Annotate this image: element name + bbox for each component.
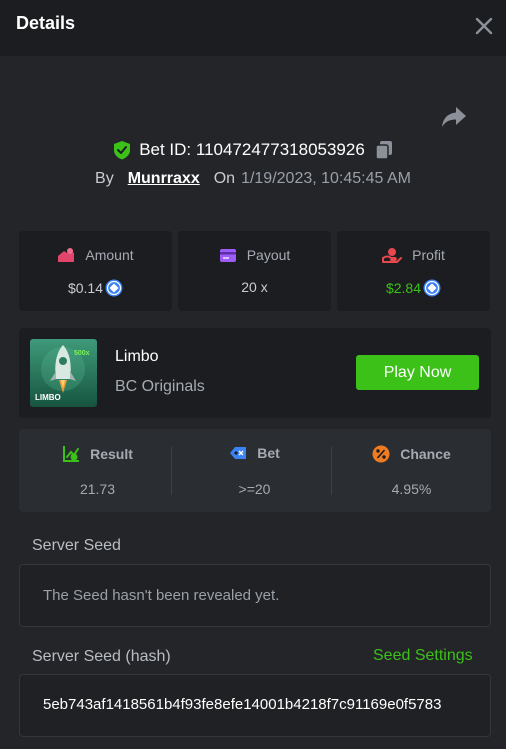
thumb-multiplier: 500x bbox=[74, 350, 90, 357]
chance-column: Chance 4.95% bbox=[333, 429, 490, 512]
result-column: Result 21.73 bbox=[19, 429, 176, 512]
amount-value: $0.14 bbox=[67, 280, 104, 296]
result-label: Result bbox=[90, 446, 133, 462]
divider bbox=[171, 447, 172, 495]
result-icon bbox=[63, 446, 80, 462]
details-header: Details bbox=[0, 0, 506, 56]
server-seed-label: Server Seed bbox=[32, 537, 121, 554]
server-seed-hash-box[interactable]: 5eb743af1418561b4f93fe8efe14001b4218f7c9… bbox=[19, 674, 491, 737]
by-label: By bbox=[95, 170, 114, 187]
game-provider: BC Originals bbox=[115, 378, 205, 395]
payout-value: 20 x bbox=[241, 279, 268, 295]
server-seed-hash-label: Server Seed (hash) bbox=[32, 648, 171, 665]
amount-card: Amount $0.14 bbox=[19, 231, 172, 311]
game-name[interactable]: Limbo bbox=[115, 348, 159, 366]
verified-shield-icon bbox=[114, 141, 131, 160]
divider bbox=[331, 447, 332, 495]
coin-icon bbox=[105, 279, 123, 297]
payout-icon bbox=[219, 248, 236, 262]
amount-icon bbox=[58, 248, 75, 262]
profit-label: Profit bbox=[412, 247, 445, 263]
percent-icon bbox=[372, 445, 390, 463]
profit-icon bbox=[382, 248, 403, 263]
thumb-title: LIMBO bbox=[35, 393, 61, 402]
bet-tag-icon bbox=[230, 447, 247, 459]
payout-card: Payout 20 x bbox=[178, 231, 331, 311]
bet-id-line: Bet ID: 110472477318053926 bbox=[0, 138, 506, 162]
bet-byline: By Munrraxx On 1/19/2023, 10:45:45 AM bbox=[0, 168, 506, 190]
game-thumbnail[interactable]: 500x LIMBO bbox=[30, 339, 97, 407]
profit-card: Profit $2.84 bbox=[337, 231, 490, 311]
chance-label: Chance bbox=[400, 446, 451, 462]
username-link[interactable]: Munrraxx bbox=[128, 170, 200, 188]
bet-datetime: 1/19/2023, 10:45:45 AM bbox=[241, 170, 411, 187]
bet-column: Bet >=20 bbox=[176, 429, 333, 512]
result-value: 21.73 bbox=[79, 481, 116, 497]
copy-icon[interactable] bbox=[375, 140, 393, 160]
details-title: Details bbox=[16, 13, 76, 33]
close-icon[interactable] bbox=[472, 14, 496, 38]
on-label: On bbox=[213, 170, 236, 187]
result-panel: Result 21.73 Bet >=20 Chance 4.95% bbox=[19, 429, 491, 512]
bet-id: Bet ID: 110472477318053926 bbox=[139, 140, 365, 159]
server-seed-message: The Seed hasn't been revealed yet. bbox=[43, 587, 280, 604]
profit-value: $2.84 bbox=[385, 280, 422, 296]
coin-icon bbox=[423, 279, 441, 297]
server-seed-box: The Seed hasn't been revealed yet. bbox=[19, 564, 491, 627]
bet-value: >=20 bbox=[238, 481, 271, 497]
server-seed-hash-value[interactable]: 5eb743af1418561b4f93fe8efe14001b4218f7c9… bbox=[43, 696, 468, 713]
share-icon[interactable] bbox=[440, 104, 468, 130]
play-now-button[interactable]: Play Now bbox=[356, 355, 479, 390]
amount-label: Amount bbox=[85, 247, 134, 263]
payout-label: Payout bbox=[246, 247, 291, 263]
game-card: 500x LIMBO Limbo BC Originals Play Now bbox=[19, 328, 491, 418]
chance-value: 4.95% bbox=[391, 481, 432, 497]
bet-label: Bet bbox=[257, 445, 280, 461]
seed-settings-link[interactable]: Seed Settings bbox=[373, 647, 473, 665]
